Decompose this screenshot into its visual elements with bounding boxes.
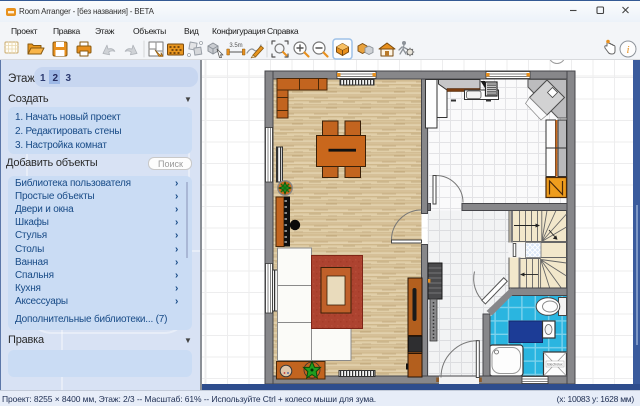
svg-text:3.5m: 3.5m xyxy=(229,43,242,49)
svg-text:Electrolux: Electrolux xyxy=(547,363,563,367)
svg-text:i: i xyxy=(626,44,629,56)
